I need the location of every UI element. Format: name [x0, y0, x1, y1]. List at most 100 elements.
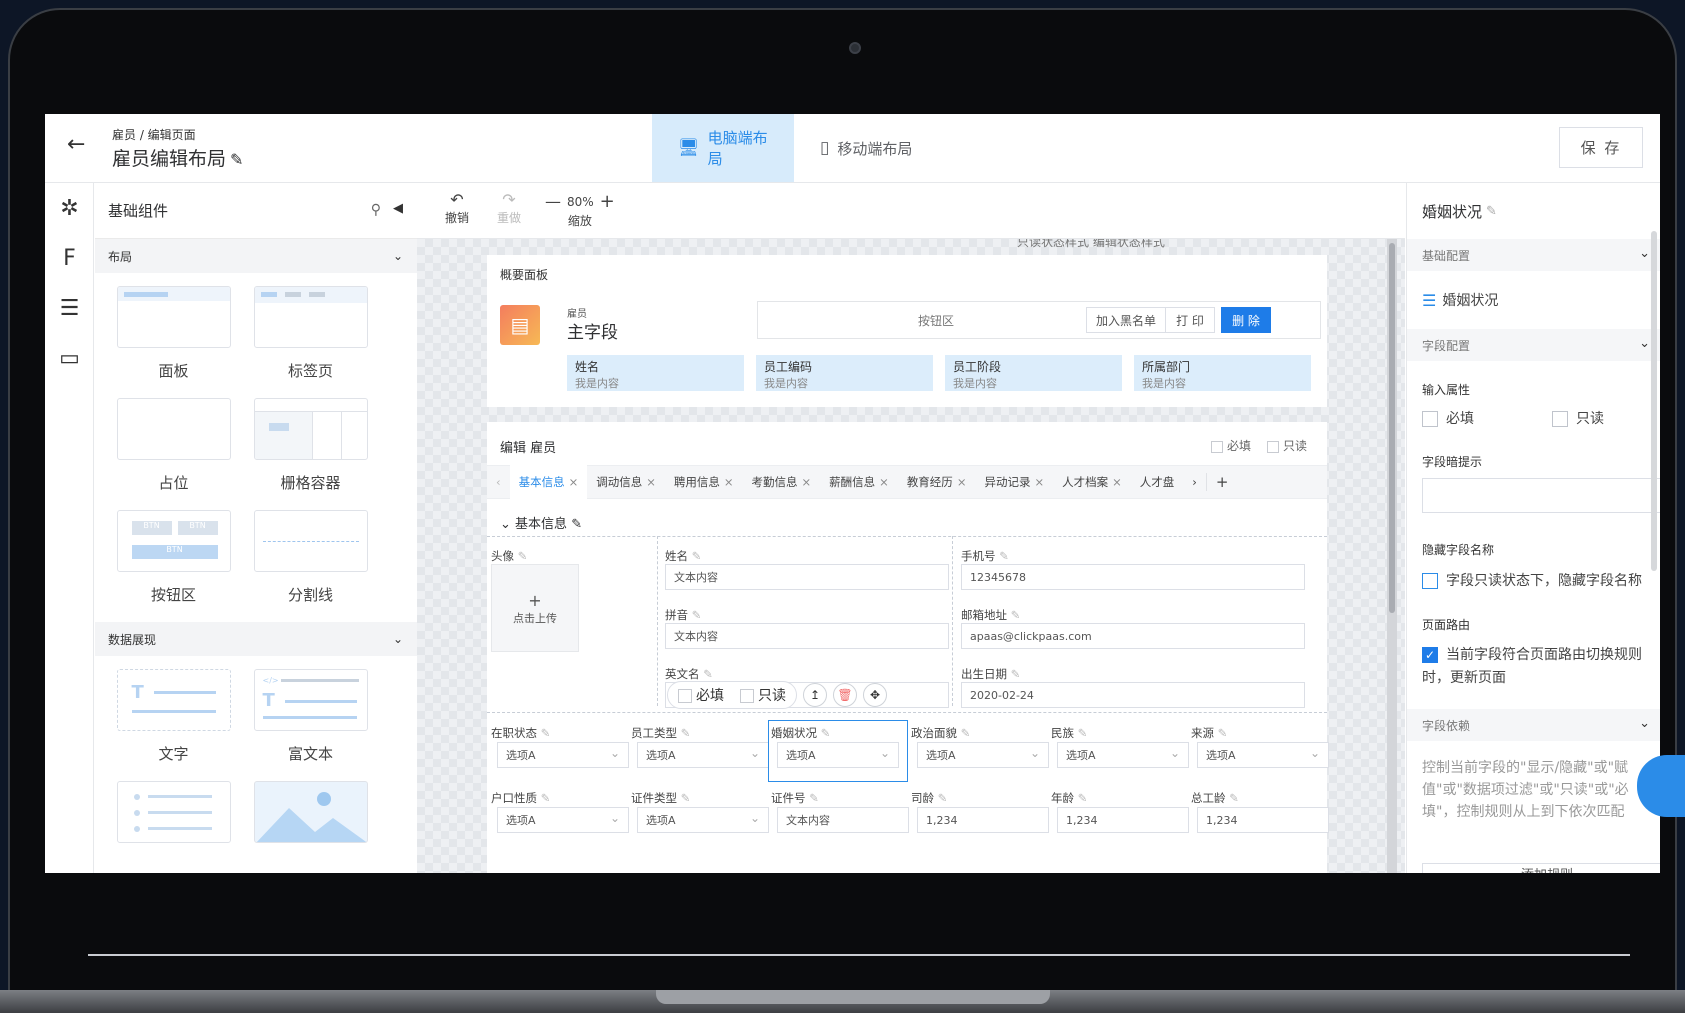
close-icon[interactable]: × [802, 475, 812, 489]
blacklist-button[interactable]: 加入黑名单 [1086, 307, 1166, 333]
source-select[interactable]: 选项A [1197, 742, 1329, 768]
style-toggle[interactable]: 只读状态样式 编辑状态样式 [1017, 239, 1165, 250]
tabs-next-icon[interactable]: › [1183, 475, 1206, 489]
edit-pencil-icon[interactable]: ✎ [541, 791, 551, 805]
overview-panel[interactable]: 概要面板 ▤ 雇员 主字段 按钮区 加入黑名单 打 印 删 除 姓名 我是内容 员… [487, 255, 1327, 407]
form-icon[interactable]: F [45, 233, 94, 283]
section-layout[interactable]: 布局 ⌄ [95, 239, 417, 273]
button-area[interactable]: 按钮区 加入黑名单 打 印 删 除 [757, 301, 1321, 339]
name-input[interactable]: 文本内容 [665, 564, 949, 590]
route-option[interactable]: ✓ 当前字段符合页面路由切换规则时，更新页面 [1407, 643, 1657, 689]
save-button[interactable]: 保 存 [1559, 127, 1643, 168]
component-image-item[interactable] [247, 781, 374, 873]
edit-pencil-icon[interactable]: ✎ [571, 517, 582, 532]
close-icon[interactable]: × [879, 475, 889, 489]
component-list-item[interactable] [110, 781, 237, 873]
age-input[interactable]: 1,234 [1057, 807, 1189, 833]
add-rule-button[interactable]: 添加规则 [1422, 863, 1660, 873]
edit-pencil-icon[interactable]: ✎ [692, 549, 702, 563]
edit-pencil-icon[interactable]: ✎ [1229, 791, 1239, 805]
close-icon[interactable]: × [1112, 475, 1122, 489]
list-icon[interactable]: ☰ [45, 283, 94, 333]
back-arrow-icon[interactable]: ← [67, 132, 95, 160]
political-status-select[interactable]: 选项A [917, 742, 1049, 768]
pin-icon[interactable]: ⚲ [371, 202, 381, 218]
section-basic-info[interactable]: ⌄ 基本信息 ✎ [500, 513, 582, 532]
pinyin-input[interactable]: 文本内容 [665, 623, 949, 649]
readonly-option[interactable]: 只读 [1552, 408, 1604, 428]
tab-hire-info[interactable]: 聘用信息 × [665, 474, 743, 490]
edit-pencil-icon[interactable]: ✎ [230, 150, 243, 169]
edit-pencil-icon[interactable]: ✎ [541, 726, 551, 740]
summary-field[interactable]: 姓名 我是内容 [567, 355, 744, 391]
section-field-config[interactable]: 字段配置 ⌄ [1407, 329, 1660, 361]
required-option[interactable]: 必填 [1422, 408, 1552, 428]
delete-icon[interactable]: 🗑 [833, 683, 857, 707]
tab-desktop-layout[interactable]: 🖥 电脑端布局 [652, 114, 794, 182]
close-icon[interactable]: × [724, 475, 734, 489]
component-grid-item[interactable]: 栅格容器 [247, 398, 374, 510]
section-dependency[interactable]: 字段依赖 ⌄ [1407, 709, 1660, 741]
summary-field[interactable]: 所属部门 我是内容 [1134, 355, 1311, 391]
tabs-prev-icon[interactable]: ‹ [487, 475, 510, 489]
required-checkbox[interactable]: 必填 [1210, 437, 1251, 454]
birth-input[interactable]: 2020-02-24 [961, 682, 1305, 708]
tab-talent-file[interactable]: 人才档案 × [1053, 474, 1131, 490]
summary-field[interactable]: 员工阶段 我是内容 [945, 355, 1122, 391]
undo-button[interactable]: ↶ 撤销 [445, 191, 469, 226]
canvas-scrollbar[interactable] [1389, 243, 1395, 613]
edit-pencil-icon[interactable]: ✎ [821, 726, 831, 740]
tab-attendance-info[interactable]: 考勤信息 × [743, 474, 821, 490]
edit-pencil-icon[interactable]: ✎ [518, 549, 528, 563]
edit-pencil-icon[interactable]: ✎ [1078, 791, 1088, 805]
edit-pencil-icon[interactable]: ✎ [809, 791, 819, 805]
print-button[interactable]: 打 印 [1165, 307, 1215, 333]
edit-pencil-icon[interactable]: ✎ [1011, 667, 1021, 681]
tab-education[interactable]: 教育经历 × [898, 474, 976, 490]
edit-pencil-icon[interactable]: ✎ [938, 791, 948, 805]
edit-pencil-icon[interactable]: ✎ [692, 608, 702, 622]
email-input[interactable]: apaas@clickpaas.com [961, 623, 1305, 649]
float-readonly-checkbox[interactable]: 只读 [740, 685, 786, 705]
edit-pencil-icon[interactable]: ✎ [681, 726, 691, 740]
employee-type-select[interactable]: 选项A [637, 742, 769, 768]
zoom-out-icon[interactable]: — [545, 192, 561, 211]
readonly-checkbox[interactable]: 只读 [1266, 437, 1307, 454]
hide-name-option[interactable]: 字段只读状态下，隐藏字段名称 [1407, 570, 1660, 590]
tab-mobile-layout[interactable]: ▯ 移动端布局 [794, 114, 944, 182]
tab-basic-info[interactable]: 基本信息 × [509, 465, 588, 499]
drag-move-icon[interactable]: ✥ [863, 683, 887, 707]
employment-status-select[interactable]: 选项A [497, 742, 629, 768]
button-icon[interactable]: ▭ [45, 333, 94, 383]
edit-pencil-icon[interactable]: ✎ [1078, 726, 1088, 740]
phone-input[interactable]: 12345678 [961, 564, 1305, 590]
redo-button[interactable]: ↷ 重做 [497, 191, 521, 226]
component-richtext-item[interactable]: </> T 富文本 [247, 669, 374, 781]
edit-pencil-icon[interactable]: ✎ [1218, 726, 1228, 740]
section-data-display[interactable]: 数据展现 ⌄ [95, 622, 417, 656]
edit-pencil-icon[interactable]: ✎ [1011, 608, 1021, 622]
float-required-checkbox[interactable]: 必填 [678, 685, 724, 705]
close-icon[interactable]: × [569, 475, 579, 489]
close-icon[interactable]: × [1034, 475, 1044, 489]
avatar-upload[interactable]: + 点击上传 [491, 564, 579, 652]
summary-field[interactable]: 员工编码 我是内容 [756, 355, 933, 391]
add-tab-icon[interactable]: + [1205, 473, 1238, 491]
component-divider-item[interactable]: 分割线 [247, 510, 374, 622]
tab-salary-info[interactable]: 薪酬信息 × [820, 474, 898, 490]
marital-status-select[interactable]: 选项A [777, 742, 899, 768]
close-icon[interactable]: × [957, 475, 967, 489]
component-tabs-item[interactable]: 标签页 [247, 286, 374, 398]
tab-talent-review[interactable]: 人才盘 [1131, 474, 1184, 490]
id-number-input[interactable]: 文本内容 [777, 807, 909, 833]
property-scrollbar[interactable] [1651, 231, 1657, 571]
tab-change-records[interactable]: 异动记录 × [975, 474, 1053, 490]
tenure-input[interactable]: 1,234 [917, 807, 1049, 833]
edit-pencil-icon[interactable]: ✎ [1486, 204, 1497, 219]
hukou-type-select[interactable]: 选项A [497, 807, 629, 833]
move-up-icon[interactable]: ↥ [803, 683, 827, 707]
edit-pencil-icon[interactable]: ✎ [961, 726, 971, 740]
zoom-in-icon[interactable]: + [600, 191, 615, 212]
section-basic-config[interactable]: 基础配置 ⌄ [1407, 239, 1660, 271]
tab-transfer-info[interactable]: 调动信息 × [587, 474, 665, 490]
